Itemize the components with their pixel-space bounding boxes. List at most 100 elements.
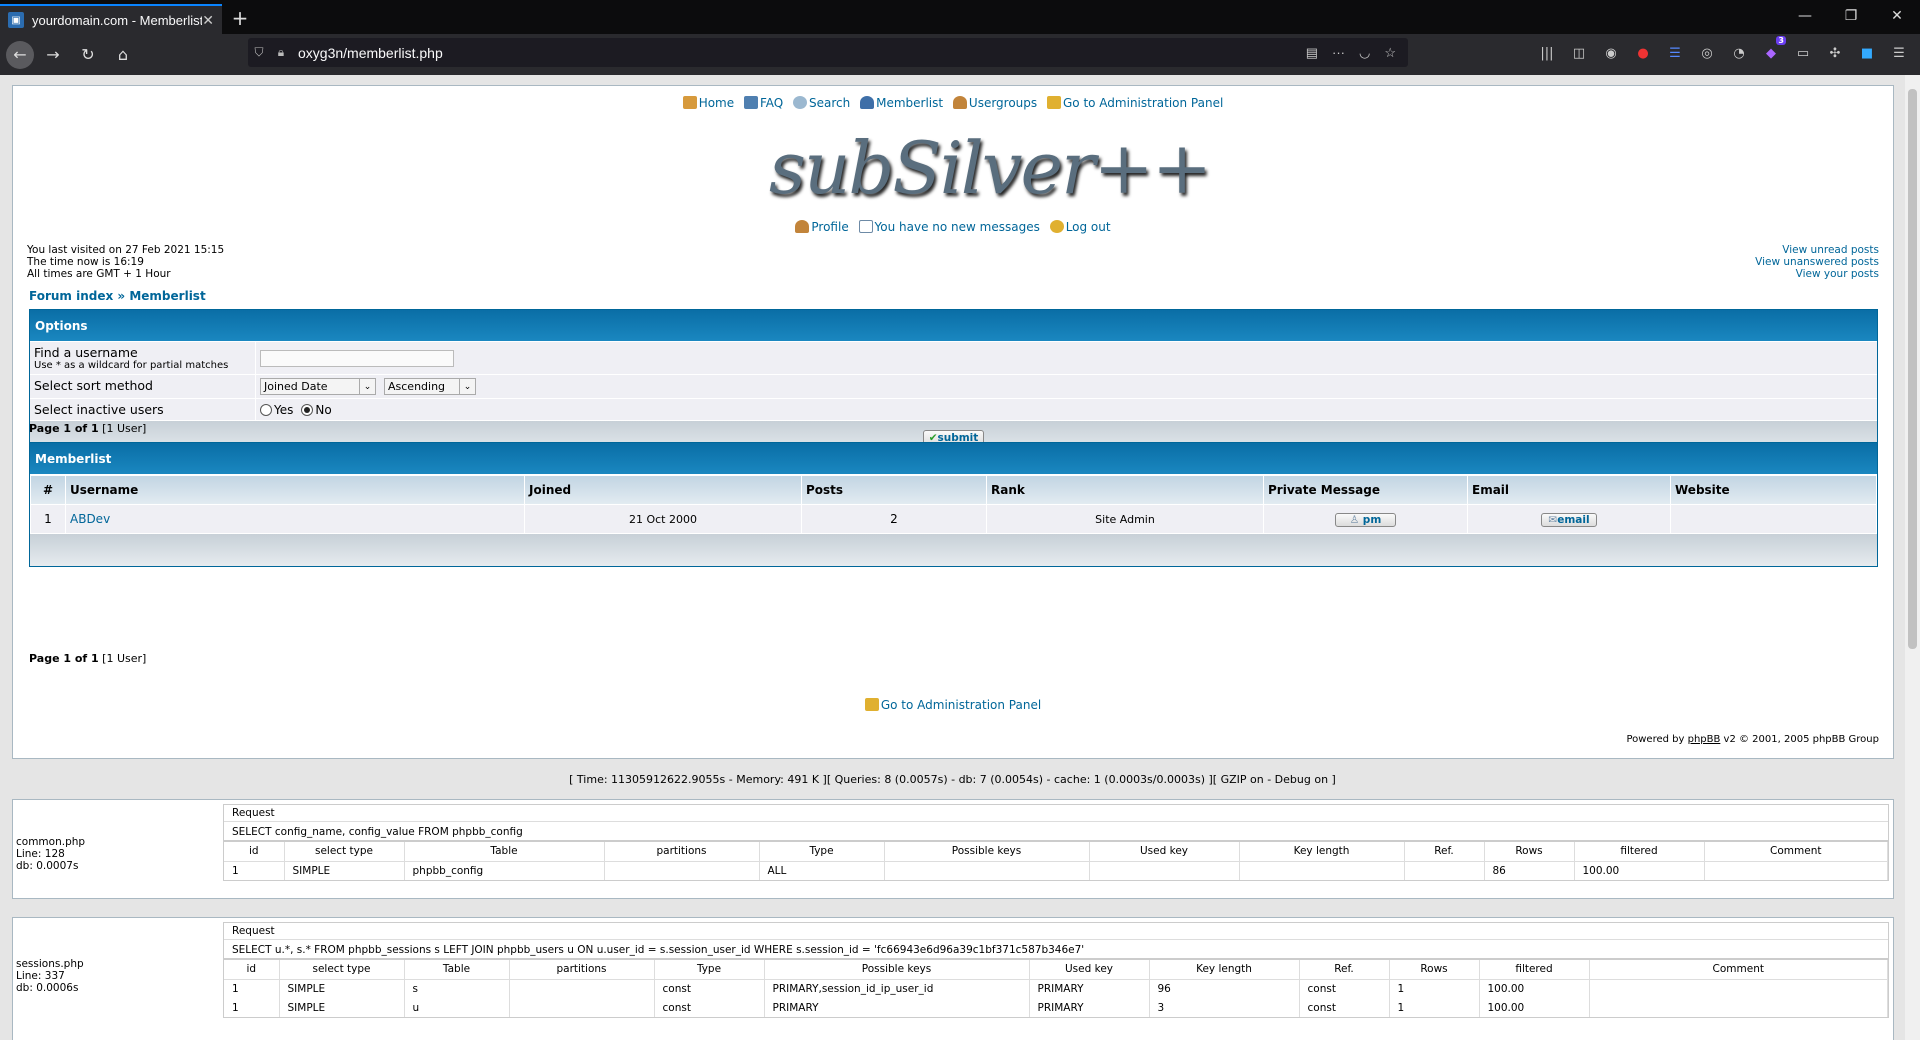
- reload-icon[interactable]: ↻: [72, 39, 104, 71]
- minimize-icon[interactable]: —: [1782, 0, 1828, 32]
- wildcard-hint: Use * as a wildcard for partial matches: [34, 360, 229, 371]
- pocket-icon[interactable]: ◡: [1359, 45, 1370, 61]
- nav-admin-panel[interactable]: Go to Administration Panel: [1046, 96, 1223, 110]
- nav-search[interactable]: Search: [793, 96, 850, 110]
- logout-icon: [1049, 220, 1064, 233]
- zoom-icon[interactable]: ■: [1856, 42, 1878, 64]
- url-bar[interactable]: ⛉ 🔒︎ oxyg3n/memberlist.php ▤ ··· ◡ ☆: [248, 38, 1408, 67]
- debug-file: common.php: [16, 836, 86, 848]
- back-icon[interactable]: ←: [6, 40, 34, 69]
- nav-logout[interactable]: Log out: [1049, 220, 1111, 234]
- tab-title: yourdomain.com - Memberlist: [32, 12, 203, 28]
- ublock-icon[interactable]: ●: [1632, 42, 1654, 64]
- sort-method-row: Select sort method Joined Date ⌄ Ascendin…: [30, 375, 1877, 399]
- find-username-row: Find a username Use * as a wildcard for p…: [30, 342, 1877, 375]
- chevron-down-icon: ⌄: [359, 379, 375, 394]
- restore-icon[interactable]: ❐: [1828, 0, 1874, 32]
- find-username-label: Find a username: [34, 345, 138, 360]
- breadcrumb-forum-index[interactable]: Forum index: [29, 289, 113, 303]
- browser-chrome: ▣ yourdomain.com - Memberlist ✕ + — ❐ ✕ …: [0, 0, 1920, 75]
- radio-yes[interactable]: [260, 403, 272, 416]
- page-scrollbar[interactable]: [1905, 75, 1920, 1040]
- forum-panel: Home FAQ Search Memberlist Usergroups Go…: [12, 85, 1894, 759]
- sort-order-select[interactable]: Ascending ⌄: [384, 378, 476, 395]
- col-joined[interactable]: Joined: [525, 476, 801, 504]
- list-icon[interactable]: ☰: [1664, 42, 1686, 64]
- gauge-icon[interactable]: ◔: [1728, 42, 1750, 64]
- sort-method-select[interactable]: Joined Date ⌄: [260, 378, 376, 395]
- col-website[interactable]: Website: [1671, 476, 1876, 504]
- key-icon: [1046, 96, 1061, 109]
- username-search-input[interactable]: [260, 349, 454, 367]
- memberlist-box: Memberlist # Username Joined Posts Rank …: [29, 442, 1878, 567]
- col-number[interactable]: #: [31, 476, 65, 504]
- new-tab-icon[interactable]: +: [222, 6, 258, 34]
- debug-db-time: db: 0.0006s: [16, 982, 79, 994]
- nav-memberlist[interactable]: Memberlist: [860, 96, 943, 110]
- options-header: Options: [30, 310, 1877, 342]
- memberlist-header-row: # Username Joined Posts Rank Private Mes…: [31, 476, 1876, 504]
- sidebar-icon[interactable]: ◫: [1568, 42, 1590, 64]
- col-private-message[interactable]: Private Message: [1264, 476, 1467, 504]
- extension-icon[interactable]: ◆ 3: [1760, 36, 1786, 64]
- user-navigation: Profile You have no new messages Log out: [13, 220, 1893, 234]
- shield-icon[interactable]: ⛉: [248, 45, 270, 60]
- bookmark-star-icon[interactable]: ☆: [1384, 45, 1396, 61]
- home-icon[interactable]: ⌂: [107, 39, 139, 71]
- menu-icon[interactable]: ☰: [1888, 42, 1910, 64]
- memberlist-table: # Username Joined Posts Rank Private Mes…: [30, 475, 1877, 534]
- breadcrumb-memberlist[interactable]: Memberlist: [129, 289, 205, 303]
- view-your-posts-link[interactable]: View your posts: [1755, 268, 1879, 280]
- footer-admin-link[interactable]: Go to Administration Panel: [13, 698, 1893, 712]
- explain-table: id select type Table partitions Type Possible…: [224, 960, 1888, 1017]
- page-actions-icon[interactable]: ···: [1332, 45, 1345, 61]
- sql-query: SELECT u.*, s.* FROM phpbb_sessions s LE…: [224, 940, 1888, 960]
- view-unread-link[interactable]: View unread posts: [1755, 244, 1879, 256]
- insecure-lock-icon[interactable]: 🔒︎: [270, 45, 292, 60]
- screenshot-icon[interactable]: ▭: [1792, 42, 1814, 64]
- site-logo[interactable]: subSilver++: [769, 126, 1212, 216]
- powered-by: Powered by phpBB v2 © 2001, 2005 phpBB G…: [1626, 734, 1879, 745]
- col-username[interactable]: Username: [66, 476, 524, 504]
- rank: Site Admin: [1095, 512, 1155, 526]
- nav-usergroups[interactable]: Usergroups: [952, 96, 1037, 110]
- forward-icon[interactable]: →: [37, 39, 69, 71]
- explain-table: id select type Table partitions Type Possible…: [224, 842, 1888, 880]
- eye-icon[interactable]: ◎: [1696, 42, 1718, 64]
- faq-icon: [743, 96, 758, 109]
- url-text[interactable]: oxyg3n/memberlist.php: [292, 45, 1306, 61]
- nav-profile[interactable]: Profile: [795, 220, 849, 234]
- col-posts[interactable]: Posts: [802, 476, 986, 504]
- member-icon: [860, 96, 875, 109]
- inactive-yes-option[interactable]: Yes: [260, 403, 293, 417]
- search-icon: [793, 96, 808, 109]
- scrollbar-thumb[interactable]: [1908, 89, 1917, 649]
- nav-home[interactable]: Home: [682, 96, 734, 110]
- phpbb-link[interactable]: phpBB: [1688, 734, 1721, 745]
- radio-no[interactable]: [301, 403, 314, 416]
- nav-messages[interactable]: You have no new messages: [858, 220, 1040, 234]
- browser-tab[interactable]: ▣ yourdomain.com - Memberlist ✕: [0, 4, 222, 34]
- envelope-icon: [858, 220, 873, 233]
- account-icon[interactable]: ◉: [1600, 42, 1622, 64]
- table-row: 1 ABDev 21 Oct 2000 2 Site Admin ♙ pm ✉e…: [31, 505, 1876, 533]
- debug-line: Line: 128: [16, 848, 65, 860]
- col-email[interactable]: Email: [1468, 476, 1670, 504]
- memberlist-footer: [30, 534, 1877, 566]
- pm-button[interactable]: ♙ pm: [1334, 512, 1397, 527]
- reader-view-icon[interactable]: ▤: [1306, 45, 1318, 61]
- username-link[interactable]: ABDev: [66, 505, 524, 533]
- nav-faq[interactable]: FAQ: [743, 96, 783, 110]
- timezone-text: All times are GMT + 1 Hour: [27, 268, 171, 280]
- puzzle-icon[interactable]: ✣: [1824, 42, 1846, 64]
- close-tab-icon[interactable]: ✕: [202, 12, 214, 29]
- col-rank[interactable]: Rank: [987, 476, 1263, 504]
- inactive-no-option[interactable]: No: [301, 403, 332, 417]
- view-unanswered-link[interactable]: View unanswered posts: [1755, 256, 1879, 268]
- close-window-icon[interactable]: ✕: [1874, 0, 1920, 32]
- explain-header-row: id select type Table partitions Type Possible…: [224, 960, 1888, 980]
- website-cell: [1671, 505, 1876, 533]
- sort-method-label: Select sort method: [30, 375, 256, 398]
- library-icon[interactable]: |||: [1536, 42, 1558, 64]
- email-button[interactable]: ✉email: [1541, 512, 1597, 527]
